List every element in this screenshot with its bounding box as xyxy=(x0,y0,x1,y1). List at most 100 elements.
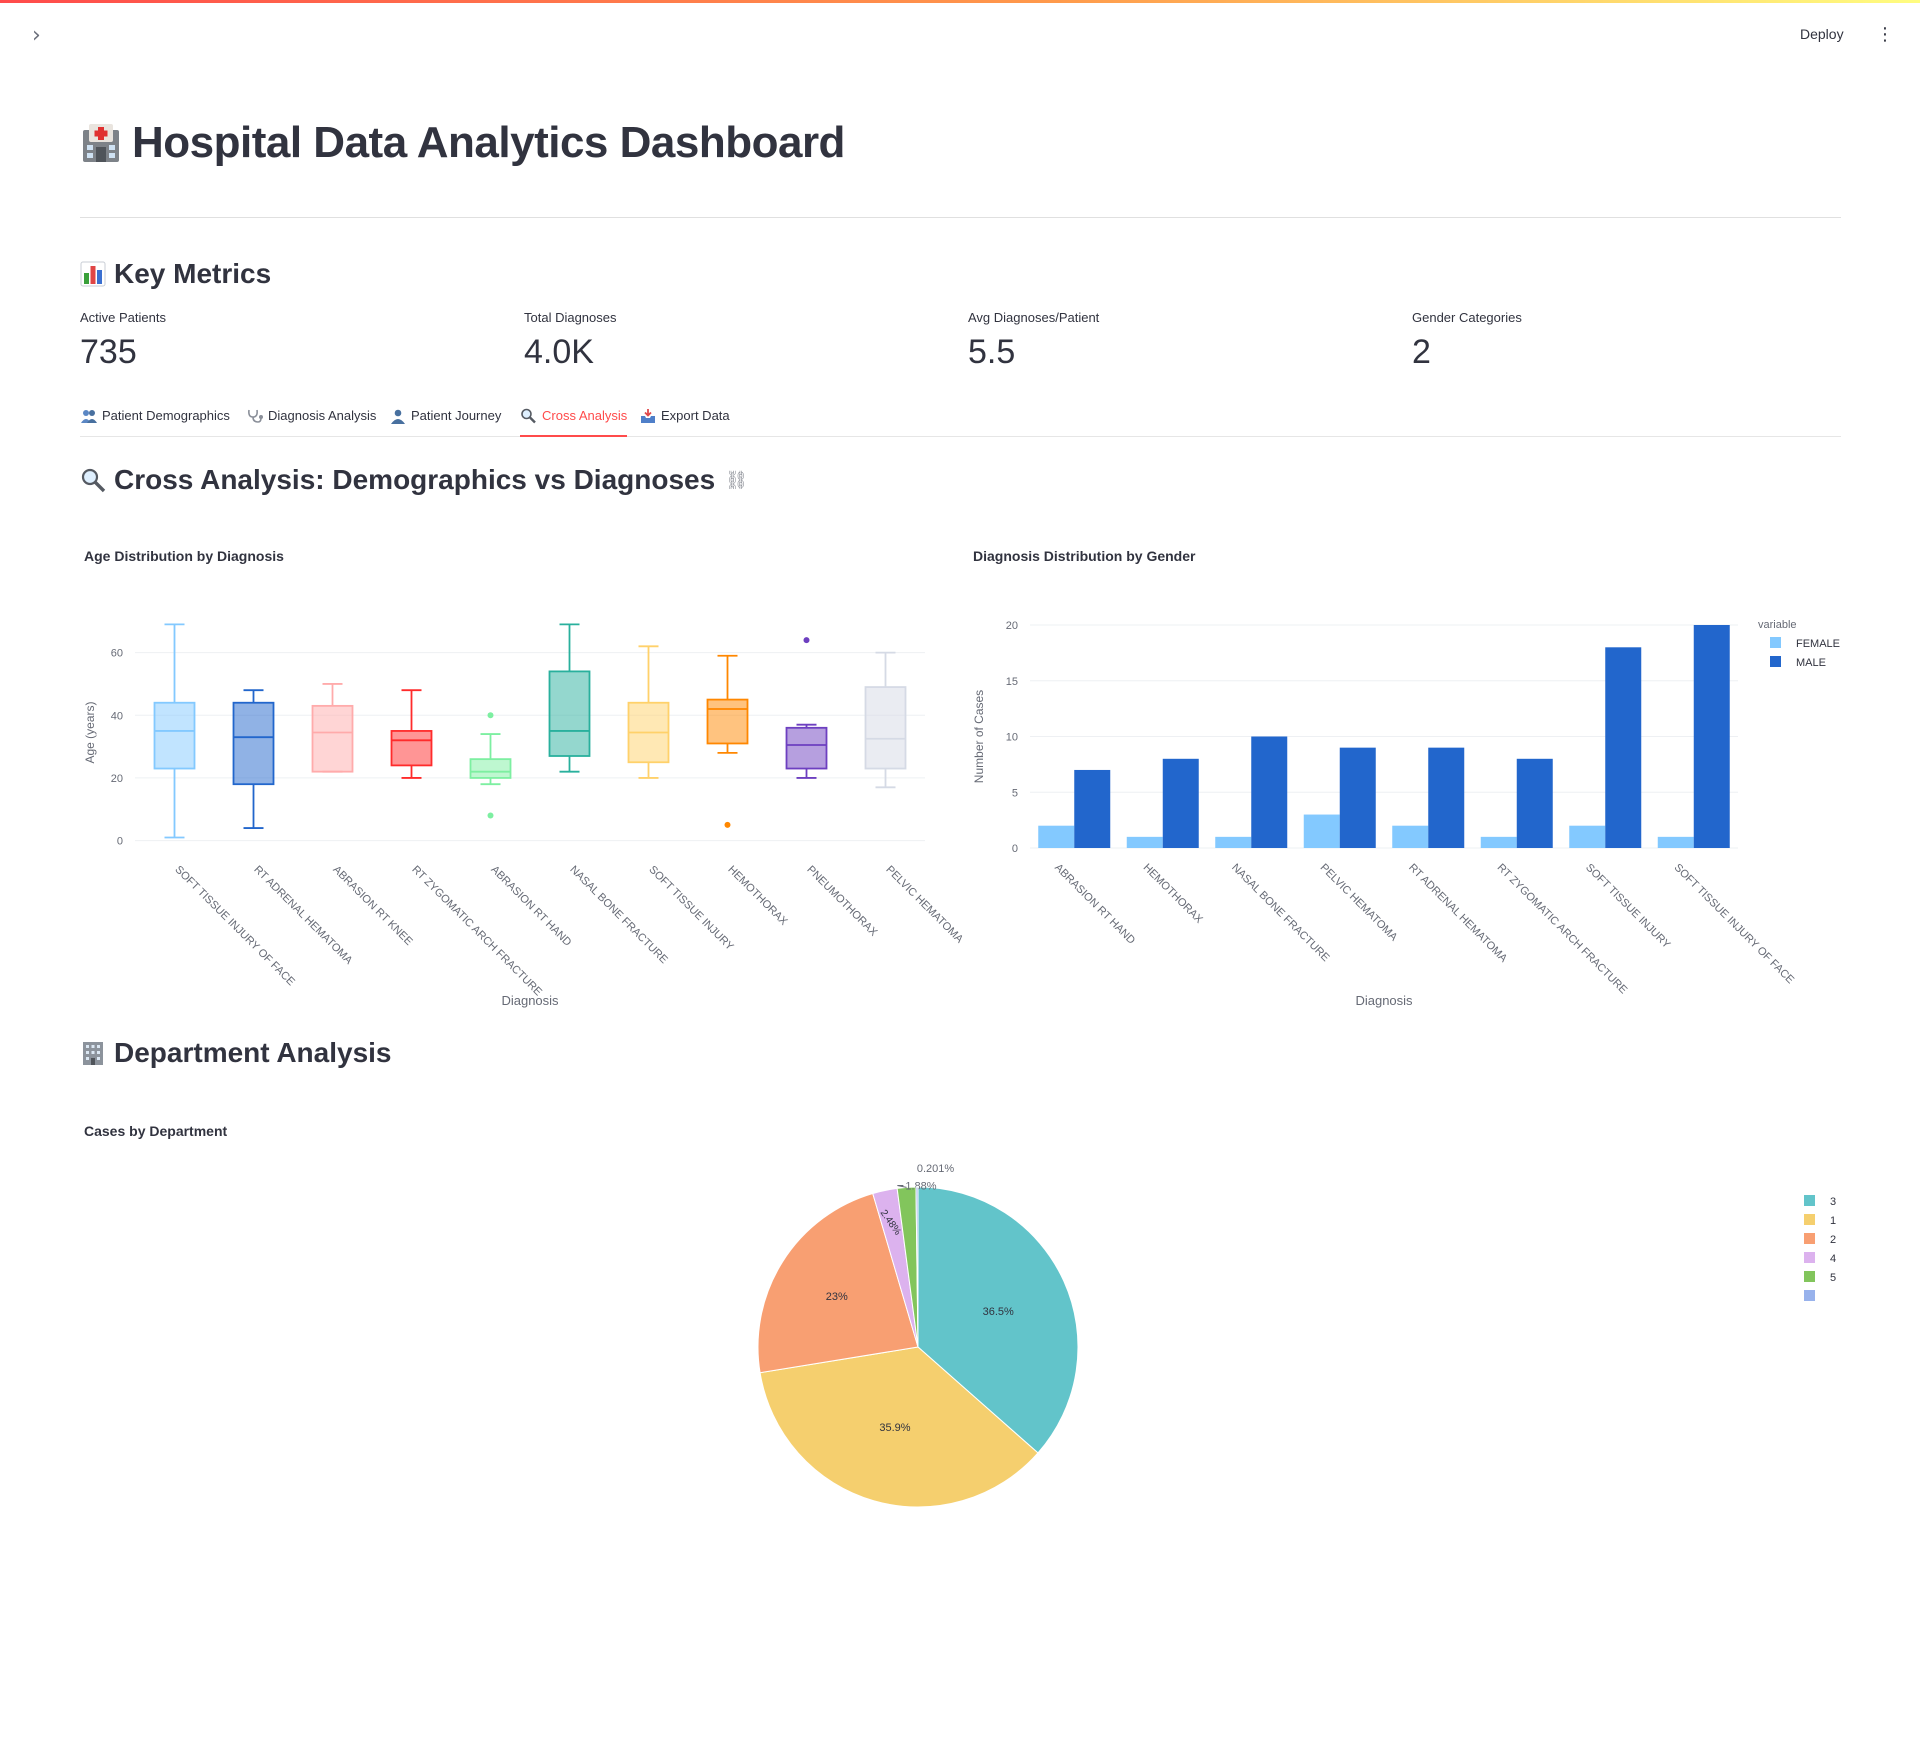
x-axis-label: Diagnosis xyxy=(1355,993,1413,1008)
legend-swatch xyxy=(1804,1271,1815,1282)
x-tick-label: ABRASION RT HAND xyxy=(1052,862,1137,947)
title-divider xyxy=(80,217,1841,218)
office-building-icon xyxy=(80,1040,106,1066)
legend-label: 3 xyxy=(1830,1196,1836,1208)
x-tick-label: PNEUMOTHORAX xyxy=(804,864,880,940)
key-metrics-heading-row: Key Metrics xyxy=(80,258,271,290)
metric-label: Avg Diagnoses/Patient xyxy=(968,310,1100,325)
pie-slice-label: 23% xyxy=(826,1291,848,1303)
tab-label: Patient Journey xyxy=(411,408,502,423)
pie-slice-label: 1.88% xyxy=(905,1180,936,1192)
cases-by-department-pie-chart: 36.5%35.9%23%2.48%1.88%0.201%31245 xyxy=(757,1163,1836,1508)
bar-female xyxy=(1392,825,1429,848)
metric-gender-categories: Gender Categories 2 xyxy=(1412,310,1832,372)
stethoscope-icon xyxy=(246,408,264,424)
bar-male xyxy=(1162,758,1199,848)
deploy-button[interactable]: Deploy xyxy=(1800,26,1844,42)
gender-chart-title: Diagnosis Distribution by Gender xyxy=(973,548,1196,564)
bar-female xyxy=(1303,814,1340,848)
diagnosis-gender-bar-chart: 0 5 10 15 20 Number of Cases ABRASION RT HAND H… xyxy=(972,619,1840,1008)
metric-value: 735 xyxy=(80,333,137,371)
legend-label: 1 xyxy=(1830,1215,1836,1227)
metric-active-patients: Active Patients 735 xyxy=(80,310,500,372)
y-tick-label: 5 xyxy=(1012,787,1018,799)
tab-label: Cross Analysis xyxy=(542,408,628,423)
y-tick-label: 0 xyxy=(1012,843,1018,855)
legend-swatch xyxy=(1804,1195,1815,1206)
tab-diagnosis-analysis[interactable]: Diagnosis Analysis xyxy=(246,406,376,437)
department-heading: Department Analysis xyxy=(114,1037,392,1068)
tab-label: Export Data xyxy=(661,408,730,423)
legend-label: 5 xyxy=(1830,1272,1836,1284)
y-tick-label: 40 xyxy=(111,710,123,722)
legend-swatch xyxy=(1804,1252,1815,1263)
page-title-row: Hospital Data Analytics Dashboard xyxy=(80,118,845,168)
metric-label: Active Patients xyxy=(80,310,166,325)
tab-patient-demographics[interactable]: Patient Demographics xyxy=(80,406,230,437)
department-chart-title: Cases by Department xyxy=(84,1123,228,1139)
y-tick-label: 20 xyxy=(1006,620,1018,632)
legend-swatch xyxy=(1804,1290,1815,1301)
main-menu-kebab-icon[interactable]: ⋮ xyxy=(1876,24,1894,46)
x-tick-label: SOFT TISSUE INJURY OF FACE xyxy=(1672,862,1797,987)
y-axis-label: Number of Cases xyxy=(972,690,986,783)
x-tick-label: SOFT TISSUE INJURY xyxy=(1583,862,1673,952)
y-tick-label: 15 xyxy=(1006,676,1018,688)
top-decoration-bar xyxy=(0,0,1920,3)
magnifier-icon xyxy=(520,408,538,424)
legend-title: variable xyxy=(1758,619,1797,631)
bar-female xyxy=(1657,836,1694,848)
legend-swatch xyxy=(1804,1233,1815,1244)
x-tick-label: NASAL BONE FRACTURE xyxy=(1229,862,1331,964)
cross-analysis-heading-row: Cross Analysis: Demographics vs Diagnose… xyxy=(80,464,748,496)
box-iqr xyxy=(785,726,828,770)
x-tick-label: ABRASION RT KNEE xyxy=(330,864,414,948)
box-iqr xyxy=(153,701,196,770)
box-iqr xyxy=(706,698,749,745)
x-tick-label: ABRASION RT HAND xyxy=(488,864,573,949)
bar-male xyxy=(1428,747,1465,848)
x-tick-label: HEMOTHORAX xyxy=(1141,862,1206,927)
person-icon xyxy=(389,408,407,424)
bar-male xyxy=(1605,647,1642,848)
bar-female xyxy=(1480,836,1517,848)
x-axis-label: Diagnosis xyxy=(501,993,559,1008)
x-tick-label: PELVIC HEMATOMA xyxy=(883,864,965,946)
x-tick-label: RT ADRENAL HEMATOMA xyxy=(1406,862,1510,966)
box-outlier-point xyxy=(487,712,494,719)
legend-label: 4 xyxy=(1830,1253,1836,1265)
tab-patient-journey[interactable]: Patient Journey xyxy=(389,406,501,437)
tab-cross-analysis[interactable]: Cross Analysis xyxy=(520,406,628,437)
metric-total-diagnoses: Total Diagnoses 4.0K xyxy=(524,310,944,372)
metric-avg-diagnoses: Avg Diagnoses/Patient 5.5 xyxy=(968,310,1388,372)
tab-label: Patient Demographics xyxy=(102,408,230,423)
tab-export-data[interactable]: Export Data xyxy=(639,406,730,437)
magnifier-icon xyxy=(80,467,106,493)
hospital-icon xyxy=(80,122,122,164)
bar-male xyxy=(1693,625,1730,848)
box-outlier-point xyxy=(724,821,731,828)
people-icon xyxy=(80,408,98,424)
box-iqr xyxy=(864,686,907,770)
legend-label: FEMALE xyxy=(1796,638,1840,650)
box-iqr xyxy=(311,704,354,773)
legend-label: 2 xyxy=(1830,1234,1836,1246)
y-axis-label: Age (years) xyxy=(83,701,97,763)
bar-female xyxy=(1038,825,1075,848)
metric-value: 5.5 xyxy=(968,333,1016,371)
bar-chart-icon xyxy=(80,261,106,287)
box-outlier-point xyxy=(487,812,494,819)
y-tick-label: 60 xyxy=(111,648,123,660)
y-tick-label: 0 xyxy=(117,836,123,848)
legend-swatch xyxy=(1770,637,1781,648)
bar-female xyxy=(1215,836,1252,848)
box-outlier-point xyxy=(803,637,810,644)
box-iqr xyxy=(232,701,275,786)
bar-female xyxy=(1126,836,1163,848)
pie-slice-label: 35.9% xyxy=(879,1422,910,1434)
anchor-link-icon[interactable]: ⛓ xyxy=(725,470,748,491)
box-iqr xyxy=(390,730,433,767)
x-tick-label: RT ZYGOMATIC ARCH FRACTURE xyxy=(409,864,544,999)
metric-value: 4.0K xyxy=(524,333,594,371)
sidebar-expand-chevron-icon[interactable]: › xyxy=(32,24,52,48)
